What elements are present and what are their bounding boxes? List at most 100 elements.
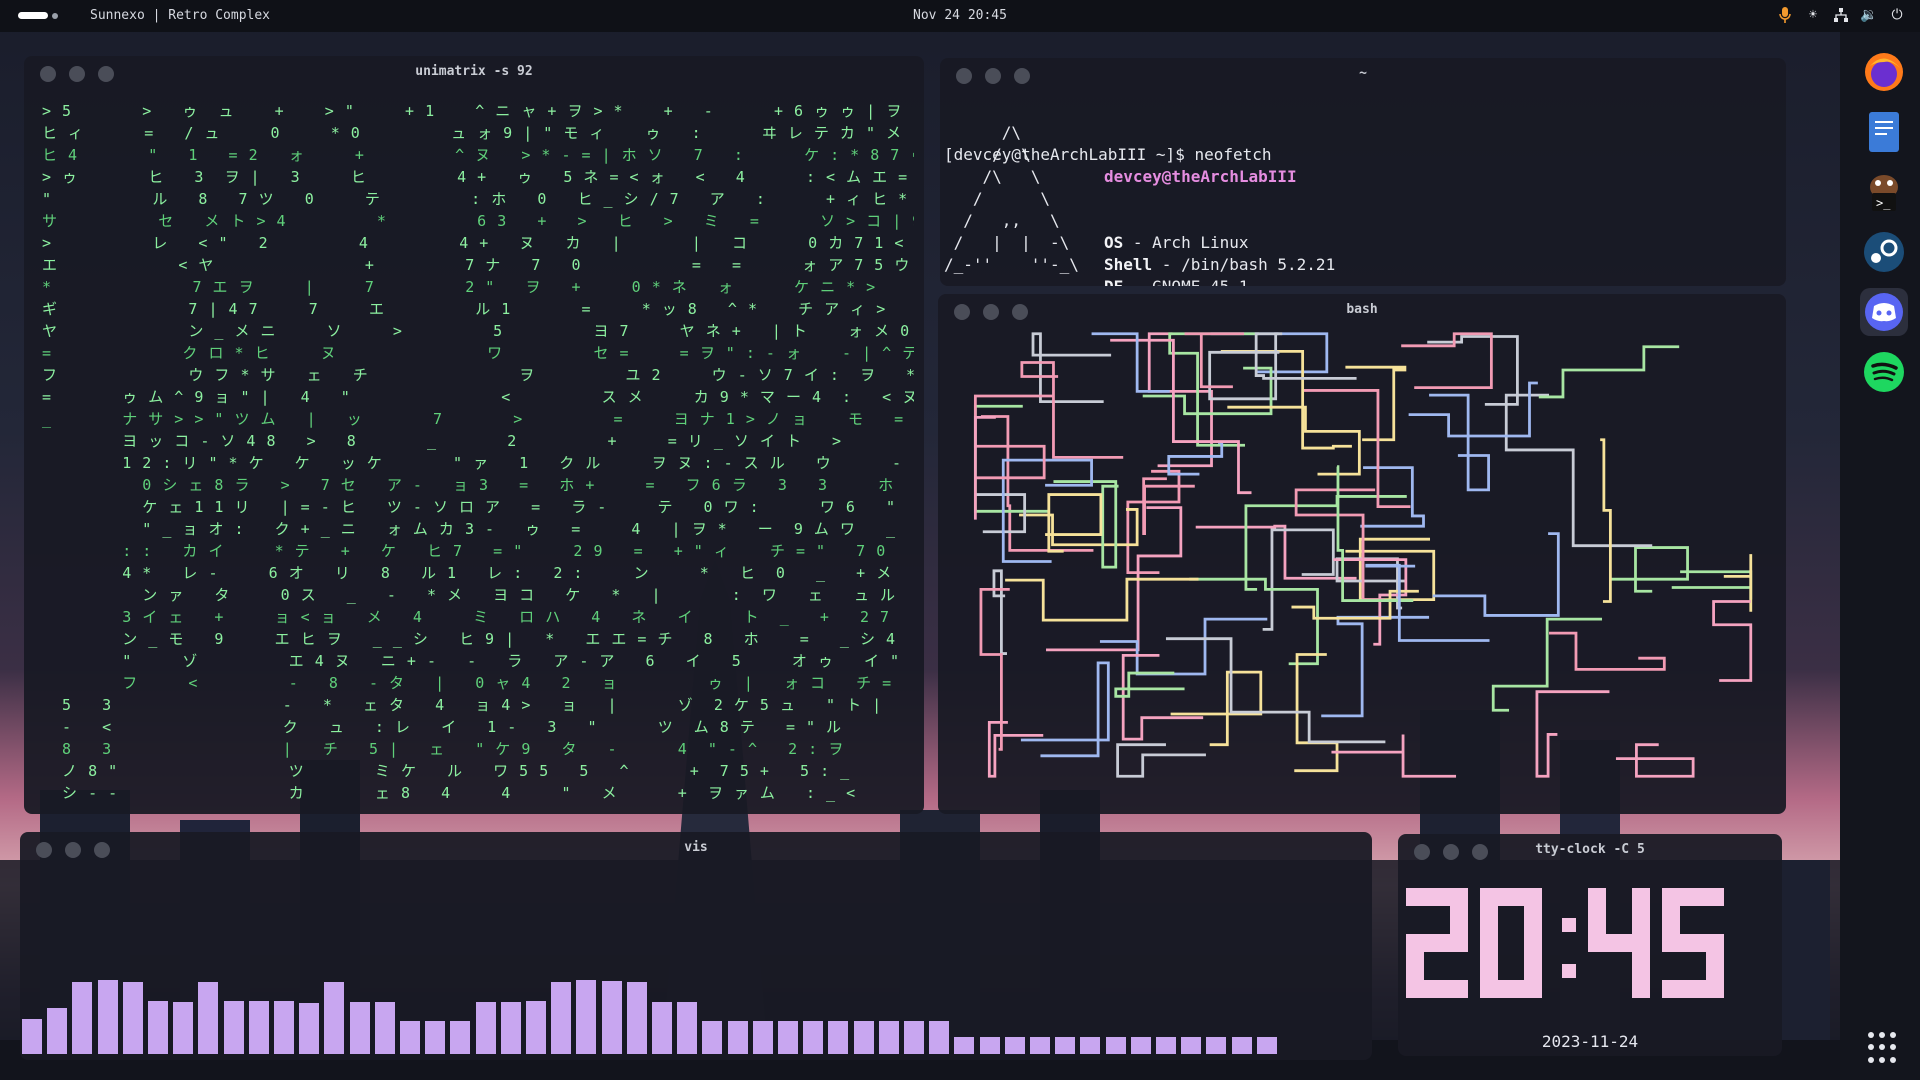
spectrum-bar [652,1002,672,1054]
ascii-line: / \ [944,189,1050,208]
pipes-title: bash [1346,302,1378,317]
pipe-segment [1549,631,1666,671]
matrix-row: サ セ メ ト > 4 * 6 3 + > ヒ > ミ = ソ > コ | 9 … [42,212,914,230]
pipe-segment [1321,615,1430,718]
info-value: - GNOME 45.1 [1123,277,1249,286]
visualizer-titlebar[interactable]: vis [20,832,1372,864]
clock-digit-segment [1662,980,1724,998]
matrix-row: " ゾ エ 4 ヌ ニ + - - ラ ア - ア 6 イ 5 オ ゥ イ " [42,652,901,670]
spectrum-bar [148,1001,168,1054]
visualizer-title: vis [684,840,708,855]
pipe-segment [1020,361,1124,459]
visualizer-window[interactable]: vis [20,832,1372,1060]
pipes-animation [973,332,1753,778]
spectrum-bar [551,982,571,1054]
spectrum-bar [576,980,596,1054]
spectrum-bar [476,1002,496,1054]
matrix-window[interactable]: unimatrix -s 92 > 5 > ゥ ュ + > " + 1 ^ ニ … [24,56,924,814]
info-key: DE [1104,277,1123,286]
matrix-row: 3 イ ェ + ョ < ョ メ 4 ミ ロ ハ 4 ネ イ ト _ + 2 7 [42,608,891,626]
pipe-segment [973,416,996,520]
matrix-row: 1 2 : リ " * ケ ケ ッ ケ " ァ 1 ク ル ヲ ヌ : - ス … [42,454,903,472]
spectrum-bar [198,982,218,1054]
ascii-line: / ,, \ [944,211,1060,230]
pipe-segment [1099,617,1268,676]
pipe-segment [1110,338,1252,495]
pipe-segment [980,415,1094,552]
ascii-line: /\ [944,123,1022,142]
matrix-row: = ゥ ム ^ 9 ョ " | 4 " < ス メ カ 9 * マ ー 4 : … [42,388,914,406]
matrix-row: ン ァ タ 0 ス _ - * メ ヨ コ ケ * | : ワ ェ ュ ル [42,586,897,604]
neofetch-title: ~ [1359,66,1367,81]
spotify-icon[interactable] [1860,348,1908,396]
pipe-segment [1165,637,1386,744]
info-value: - /bin/bash 5.2.21 [1152,255,1336,274]
spectrum-bar [778,1021,798,1054]
spectrum-bar [1206,1037,1226,1054]
microphone-icon[interactable] [1776,6,1794,24]
pipe-segment [1116,743,1206,778]
matrix-row: エ < ヤ + 7 ナ 7 0 = = ォ ア 7 5 ウ < [42,256,914,274]
matrix-row: _ ナ サ > > " ツ ム | ッ 7 > = ヨ ナ 1 > ノ ョ モ … [42,410,914,428]
pipe-segment [1538,345,1680,399]
network-icon[interactable] [1832,6,1850,24]
pipes-titlebar[interactable]: bash [938,294,1786,326]
spectrum-bar [1055,1037,1075,1054]
power-icon[interactable]: ⏻ [1888,6,1906,24]
pipe-segment [1189,577,1319,666]
clock-window[interactable]: tty-clock -C 5 2023-11-24 [1398,834,1782,1056]
spectrum-bar [879,1021,899,1054]
system-tray[interactable]: ☀ 🔉 ⏻ [1776,6,1906,24]
spectrum-bar [400,1021,420,1054]
spectrum-bar [249,1001,269,1054]
system-info: devcey@theArchLabIII OS - Arch Linux Shel… [1104,122,1432,286]
text-editor-icon[interactable] [1860,108,1908,156]
matrix-row: ケ ェ 1 1 リ | = - ヒ ツ - ソ ロ ア = ラ - テ 0 ワ … [42,498,897,516]
firefox-icon[interactable] [1860,48,1908,96]
top-bar: Sunnexo | Retro Complex Nov 24 20:45 ☀ 🔉… [0,0,1920,32]
neofetch-window[interactable]: ~ [devcey@theArchLabIII ~]$ neofetch /\ … [940,58,1786,286]
clock-colon [1562,964,1576,978]
matrix-row: = ク ロ * ヒ ヌ ワ セ = = ヲ " : - ォ - | ^ テ : [42,344,914,362]
spectrum-bar [1232,1037,1252,1054]
clock-titlebar[interactable]: tty-clock -C 5 [1398,834,1782,866]
matrix-row: : : カ イ * テ + ケ ヒ 7 = " 2 9 = + " ィ チ = … [42,542,887,560]
clock-digit-segment [1632,934,1650,998]
ascii-line: / \ [944,145,1031,164]
spectrum-bar [728,1021,748,1054]
volume-icon[interactable]: 🔉 [1860,6,1878,24]
top-clock[interactable]: Nov 24 20:45 [0,8,1920,23]
spectrum-bar [1131,1037,1151,1054]
steam-icon[interactable] [1860,228,1908,276]
neofetch-titlebar[interactable]: ~ [940,58,1786,90]
pipe-segment [987,720,1044,778]
terminal-icon[interactable]: >_ [1860,168,1908,216]
clock-digit-segment [1480,888,1498,952]
info-key: Shell [1104,255,1153,274]
matrix-titlebar[interactable]: unimatrix -s 92 [24,56,924,88]
matrix-row: 4 * レ - 6 オ リ 8 ル 1 レ : 2 : ン * ヒ 0 _ + … [42,564,893,582]
brightness-icon[interactable]: ☀ [1804,6,1822,24]
app-grid-icon[interactable] [1868,1032,1900,1064]
matrix-row: シ - - カ ェ 8 4 4 " メ + ヲ ァ ム : _ < [42,784,857,802]
spectrum-bar [904,1021,924,1054]
pipes-window[interactable]: bash [938,294,1786,814]
discord-icon[interactable] [1860,288,1908,336]
matrix-row: ギ 7 | 4 7 7 エ ル 1 = * ッ 8 ^ * チ ア ィ > 5 [42,300,914,318]
matrix-row: 5 3 - * ェ タ 4 ョ 4 > ョ | ゾ 2 ケ 5 ュ " ト | [42,696,883,714]
spectrum-bar [677,1002,697,1054]
spectrum-bar [299,1003,319,1054]
spectrum-bar [324,982,344,1054]
pipe-segment [973,394,1055,480]
matrix-title: unimatrix -s 92 [415,64,533,79]
matrix-row: ヒ ィ = / ュ 0 * 0 ュ ォ 9 | " モ ィ ゥ : ヰ レ テ … [42,124,914,142]
spectrum-bar [980,1037,1000,1054]
spectrum-bar [173,1002,193,1054]
matrix-row: ン _ モ 9 エ ヒ ヲ _ _ シ ヒ 9 | * エ エ = チ 8 ホ … [42,630,914,648]
matrix-row: ヨ ッ コ - ソ 4 8 > 8 _ 2 + = リ _ ソ イ ト > ッ [42,432,914,450]
pipe-segment [1535,690,1610,778]
ascii-line: / | | -\ [944,233,1070,252]
big-clock-digits [1406,888,1724,998]
clock-colon [1562,918,1576,932]
matrix-row: ヤ ン _ メ ニ ソ > 5 ヨ 7 ヤ ネ + | ト ォ メ 0 9 _ … [42,322,914,340]
